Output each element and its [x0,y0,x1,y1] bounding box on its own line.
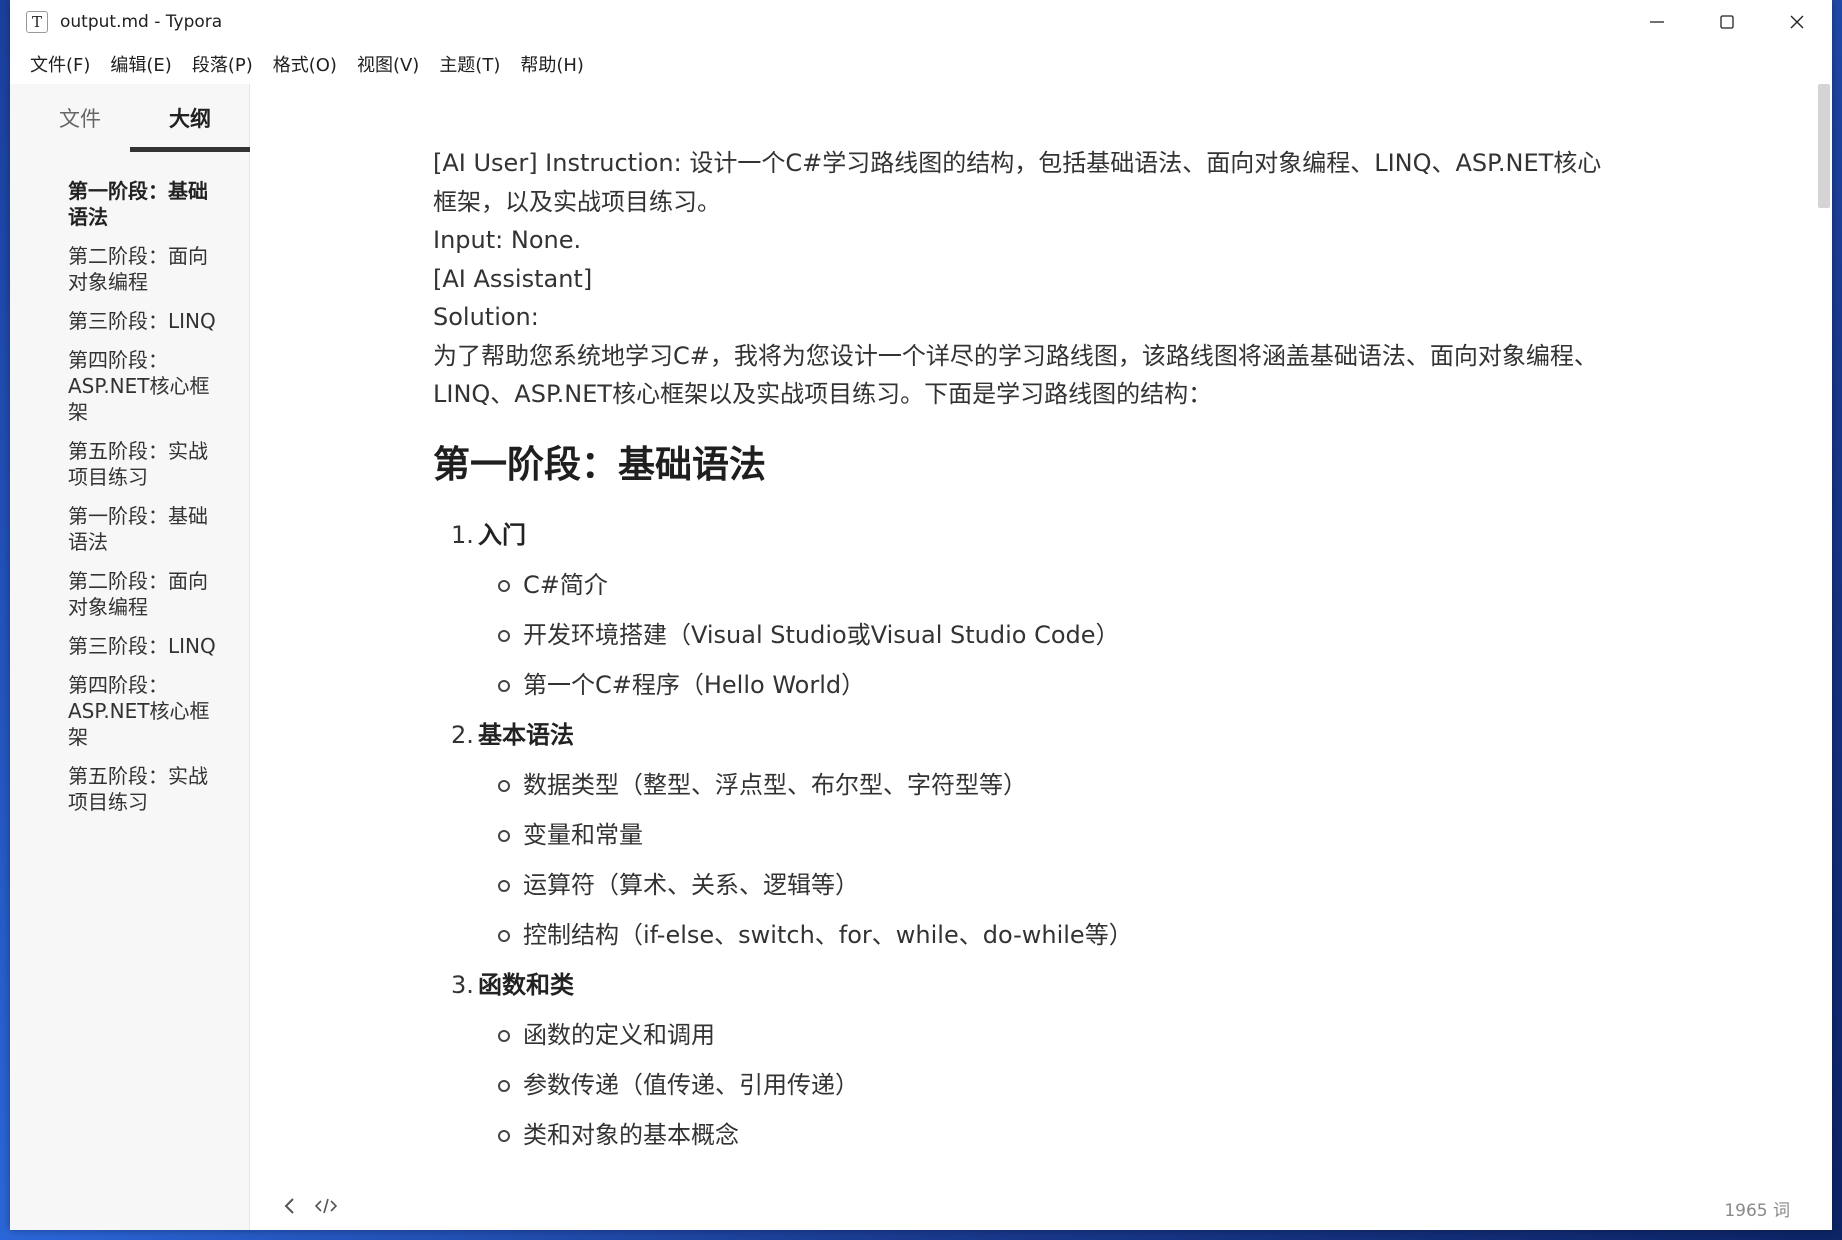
list-item-text: 参数传递（值传递、引用传递） [523,1070,859,1099]
outline-item[interactable]: 第五阶段：实战项目练习 [68,763,218,815]
scrollbar[interactable] [1818,84,1830,1230]
document: [AI User] Instruction: 设计一个C#学习路线图的结构，包括… [433,144,1603,1166]
typora-window: T output.md - Typora 文件(F) 编辑(E) 段落(P) 格… [10,0,1832,1230]
list-item: C#简介 [478,566,1603,604]
close-icon [1790,15,1804,29]
paragraph: [AI User] Instruction: 设计一个C#学习路线图的结构，包括… [433,149,1602,216]
outline-item[interactable]: 第四阶段：ASP.NET核心框架 [68,672,218,750]
sidebar: 文件 大纲 第一阶段：基础语法 第二阶段：面向对象编程 第三阶段：LINQ 第四… [10,84,250,1230]
list-item-text: 开发环境搭建（Visual Studio或Visual Studio Code） [523,620,1120,649]
typora-logo-icon: T [26,11,48,33]
menu-bar: 文件(F) 编辑(E) 段落(P) 格式(O) 视图(V) 主题(T) 帮助(H… [10,44,1832,84]
list-item: 开发环境搭建（Visual Studio或Visual Studio Code） [478,616,1603,654]
list-item: 函数的定义和调用 [478,1016,1603,1054]
bullet-icon [498,879,510,892]
chevron-left-icon [284,1198,294,1214]
bullet-icon [498,1079,510,1092]
tab-files[interactable]: 文件 [20,84,140,152]
menu-file[interactable]: 文件(F) [20,51,100,77]
list-item-text: 类和对象的基本概念 [523,1120,739,1149]
tab-outline[interactable]: 大纲 [130,84,250,152]
bullet-icon [498,579,510,592]
list-number: 2. [451,720,474,749]
bullet-icon [498,779,510,792]
outline-item[interactable]: 第二阶段：面向对象编程 [68,243,218,295]
window-controls [1622,0,1832,44]
list-item-text: 第一个C#程序（Hello World） [523,670,866,699]
paragraph: [AI Assistant] [433,264,593,293]
outline-item[interactable]: 第二阶段：面向对象编程 [68,568,218,620]
outline-item[interactable]: 第一阶段：基础语法 [68,178,218,230]
list-item: 运算符（算术、关系、逻辑等） [478,866,1603,904]
title-bar: T output.md - Typora [10,0,1832,44]
list-item: 控制结构（if-else、switch、for、while、do-while等） [478,916,1603,954]
bullet-icon [498,1029,510,1042]
list-item: 第一个C#程序（Hello World） [478,666,1603,704]
list-item: 参数传递（值传递、引用传递） [478,1066,1603,1104]
close-button[interactable] [1762,0,1832,44]
sidebar-tabs: 文件 大纲 [10,84,250,152]
list-item-title: 函数和类 [478,970,574,999]
outline-item[interactable]: 第一阶段：基础语法 [68,503,218,555]
paragraph: Input: None. [433,226,582,254]
ordered-list: 1. 入门 C#简介 开发环境搭建（Visual Studio或Visual S… [433,516,1603,1154]
outline-item[interactable]: 第三阶段：LINQ [68,633,218,659]
menu-edit[interactable]: 编辑(E) [100,51,181,77]
status-bar: 1965 词 [250,1180,1832,1230]
paragraph: 为了帮助您系统地学习C#，我将为您设计一个详尽的学习路线图，该路线图将涵盖基础语… [433,341,1598,409]
list-item-title: 入门 [478,520,526,549]
menu-theme[interactable]: 主题(T) [429,51,510,77]
list-item-text: 数据类型（整型、浮点型、布尔型、字符型等） [523,770,1027,799]
source-code-mode-button[interactable] [314,1194,338,1218]
bullet-list: 函数的定义和调用 参数传递（值传递、引用传递） 类和对象的基本概念 [478,1016,1603,1154]
scrollbar-thumb[interactable] [1818,84,1830,208]
menu-help[interactable]: 帮助(H) [510,51,594,77]
list-number: 3. [451,970,474,999]
window-title: output.md - Typora [60,12,223,32]
bullet-list: C#简介 开发环境搭建（Visual Studio或Visual Studio … [478,566,1603,704]
list-item: 3. 函数和类 函数的定义和调用 参数传递（值传递、引用传递） 类和对象的基本概… [433,966,1603,1154]
bullet-icon [498,929,510,942]
list-item-text: C#简介 [523,570,608,599]
section-heading: 第一阶段：基础语法 [433,442,766,486]
list-item-text: 控制结构（if-else、switch、for、while、do-while等） [523,920,1133,949]
minimize-button[interactable] [1622,0,1692,44]
paragraph: Solution: [433,303,539,331]
outline-item[interactable]: 第五阶段：实战项目练习 [68,438,218,490]
list-item: 1. 入门 C#简介 开发环境搭建（Visual Studio或Visual S… [433,516,1603,704]
outline-item[interactable]: 第三阶段：LINQ [68,308,218,334]
editor-area[interactable]: [AI User] Instruction: 设计一个C#学习路线图的结构，包括… [250,84,1832,1230]
menu-paragraph[interactable]: 段落(P) [182,51,263,77]
list-item-title: 基本语法 [478,720,574,749]
bullet-icon [498,629,510,642]
menu-format[interactable]: 格式(O) [263,51,347,77]
list-item: 变量和常量 [478,816,1603,854]
outline-item[interactable]: 第四阶段：ASP.NET核心框架 [68,347,218,425]
bullet-list: 数据类型（整型、浮点型、布尔型、字符型等） 变量和常量 运算符（算术、关系、逻辑… [478,766,1603,954]
menu-view[interactable]: 视图(V) [347,51,429,77]
list-item-text: 变量和常量 [523,820,643,849]
maximize-icon [1720,15,1734,29]
list-item: 数据类型（整型、浮点型、布尔型、字符型等） [478,766,1603,804]
toggle-sidebar-button[interactable] [278,1194,302,1218]
bullet-icon [498,1129,510,1142]
list-item-text: 运算符（算术、关系、逻辑等） [523,870,859,899]
code-icon [314,1198,338,1214]
maximize-button[interactable] [1692,0,1762,44]
list-item: 类和对象的基本概念 [478,1116,1603,1154]
outline-list: 第一阶段：基础语法 第二阶段：面向对象编程 第三阶段：LINQ 第四阶段：ASP… [68,178,218,828]
bullet-icon [498,679,510,692]
list-item: 2. 基本语法 数据类型（整型、浮点型、布尔型、字符型等） 变量和常量 运算符（… [433,716,1603,954]
list-number: 1. [451,520,474,549]
list-item-text: 函数的定义和调用 [523,1020,715,1049]
word-count[interactable]: 1965 词 [1724,1196,1790,1221]
bullet-icon [498,829,510,842]
minimize-icon [1650,21,1664,23]
